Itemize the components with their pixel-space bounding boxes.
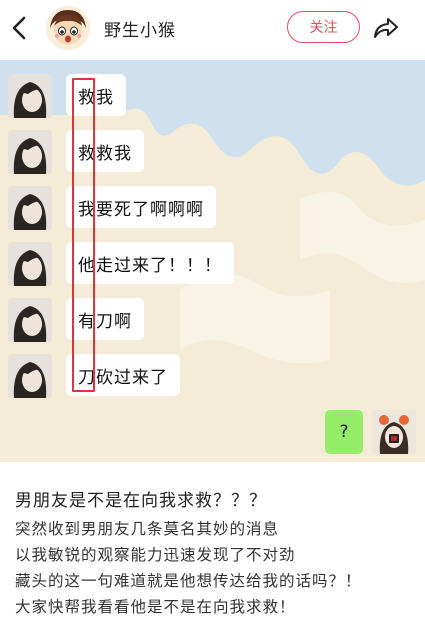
back-button[interactable] <box>8 14 32 42</box>
sender-avatar[interactable] <box>8 74 52 118</box>
chat-screenshot: 救我 救救我 我要死了啊啊啊 他走过来了！！！ 有刀啊 刀砍过来了 ? <box>0 60 425 462</box>
girl-photo-icon <box>372 410 416 454</box>
post-line: 大家快帮我看看他是不是在向我求救！ <box>15 598 296 616</box>
username[interactable]: 野生小猴 <box>104 16 176 41</box>
chevron-left-icon <box>12 16 26 40</box>
share-arrow-icon <box>374 18 398 38</box>
message-row: 我要死了啊啊啊 <box>0 186 425 230</box>
person-photo-icon <box>8 298 52 342</box>
post-line: 以我敏锐的观察能力迅速发现了不对劲 <box>15 546 296 564</box>
person-photo-icon <box>8 354 52 398</box>
sender-avatar[interactable] <box>8 354 52 398</box>
user-avatar[interactable] <box>46 6 90 50</box>
acrostic-highlight-box <box>72 78 95 392</box>
own-avatar[interactable] <box>372 410 416 454</box>
person-photo-icon <box>8 242 52 286</box>
sender-avatar[interactable] <box>8 298 52 342</box>
sent-message-row: ? <box>0 410 425 454</box>
message-row: 有刀啊 <box>0 298 425 342</box>
message-row: 刀砍过来了 <box>0 354 425 398</box>
post-body: 突然收到男朋友几条莫名其妙的消息 以我敏锐的观察能力迅速发现了不对劲 藏头的这一… <box>15 516 362 620</box>
top-bar: 野生小猴 关注 <box>0 0 425 60</box>
post-line: 藏头的这一句难道就是他想传达给我的话吗？！ <box>15 572 362 590</box>
message-row: 救救我 <box>0 130 425 174</box>
sender-avatar[interactable] <box>8 186 52 230</box>
sender-avatar[interactable] <box>8 242 52 286</box>
person-photo-icon <box>8 74 52 118</box>
message-row: 救我 <box>0 74 425 118</box>
cartoon-avatar-icon <box>46 6 90 50</box>
sent-message-bubble: ? <box>325 410 363 454</box>
follow-button[interactable]: 关注 <box>287 11 360 43</box>
message-row: 他走过来了！！！ <box>0 242 425 286</box>
post-title: 男朋友是不是在向我求救？？？ <box>15 491 267 511</box>
person-photo-icon <box>8 186 52 230</box>
share-button[interactable] <box>372 14 400 42</box>
sender-avatar[interactable] <box>8 130 52 174</box>
person-photo-icon <box>8 130 52 174</box>
post-line: 突然收到男朋友几条莫名其妙的消息 <box>15 520 280 538</box>
